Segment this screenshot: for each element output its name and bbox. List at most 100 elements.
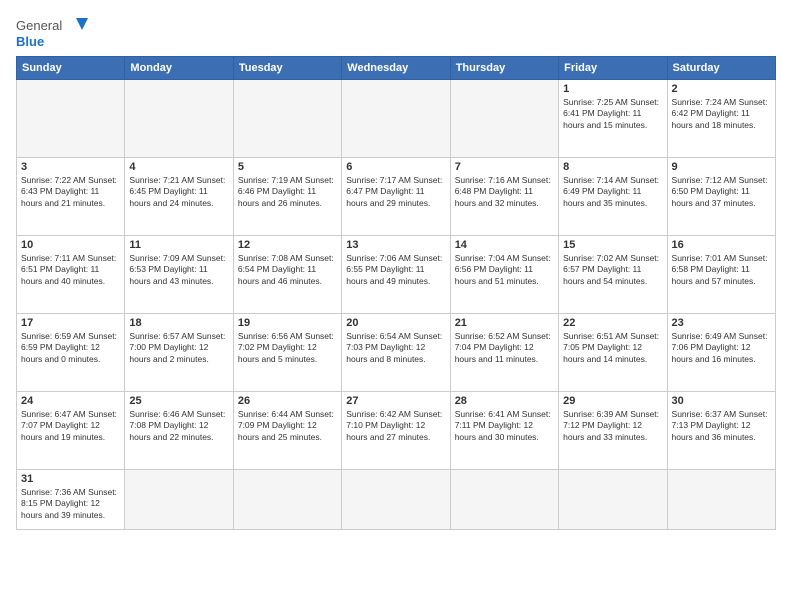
day-info: Sunrise: 6:56 AM Sunset: 7:02 PM Dayligh… bbox=[238, 331, 337, 365]
day-cell: 23 Sunrise: 6:49 AM Sunset: 7:06 PM Dayli… bbox=[667, 314, 775, 392]
day-number: 15 bbox=[563, 239, 662, 251]
day-cell bbox=[450, 80, 558, 158]
day-cell: 1 Sunrise: 7:25 AM Sunset: 6:41 PM Daylig… bbox=[559, 80, 667, 158]
day-number: 1 bbox=[563, 83, 662, 95]
day-cell: 22Sunrise: 6:51 AM Sunset: 7:05 PM Dayli… bbox=[559, 314, 667, 392]
day-cell: 25 Sunrise: 6:46 AM Sunset: 7:08 PM Dayli… bbox=[125, 392, 233, 470]
day-cell: 11Sunrise: 7:09 AM Sunset: 6:53 PM Dayli… bbox=[125, 236, 233, 314]
day-number: 13 bbox=[346, 239, 445, 251]
day-cell: 10 Sunrise: 7:11 AM Sunset: 6:51 PM Dayli… bbox=[17, 236, 125, 314]
day-number: 29 bbox=[563, 395, 662, 407]
day-number: 14 bbox=[455, 239, 554, 251]
day-number: 31 bbox=[21, 473, 120, 485]
day-cell: 8 Sunrise: 7:14 AM Sunset: 6:49 PM Daylig… bbox=[559, 158, 667, 236]
day-info: Sunrise: 6:54 AM Sunset: 7:03 PM Dayligh… bbox=[346, 331, 445, 365]
day-cell: 5Sunrise: 7:19 AM Sunset: 6:46 PM Daylig… bbox=[233, 158, 341, 236]
week-row-5: 24Sunrise: 6:47 AM Sunset: 7:07 PM Dayli… bbox=[17, 392, 776, 470]
day-number: 21 bbox=[455, 317, 554, 329]
day-number: 10 bbox=[21, 239, 120, 251]
day-number: 5 bbox=[238, 161, 337, 173]
day-info: Sunrise: 7:21 AM Sunset: 6:45 PM Dayligh… bbox=[129, 175, 228, 209]
day-cell: 26 Sunrise: 6:44 AM Sunset: 7:09 PM Dayli… bbox=[233, 392, 341, 470]
generalblue-logo-icon: General Blue bbox=[16, 16, 96, 52]
day-info: Sunrise: 6:44 AM Sunset: 7:09 PM Dayligh… bbox=[238, 409, 337, 443]
day-cell: 18Sunrise: 6:57 AM Sunset: 7:00 PM Dayli… bbox=[125, 314, 233, 392]
day-cell bbox=[342, 470, 450, 530]
day-info: Sunrise: 6:42 AM Sunset: 7:10 PM Dayligh… bbox=[346, 409, 445, 443]
day-number: 2 bbox=[672, 83, 771, 95]
day-number: 23 bbox=[672, 317, 771, 329]
header-cell-wednesday: Wednesday bbox=[342, 57, 450, 80]
day-number: 6 bbox=[346, 161, 445, 173]
day-number: 27 bbox=[346, 395, 445, 407]
week-row-2: 3Sunrise: 7:22 AM Sunset: 6:43 PM Daylig… bbox=[17, 158, 776, 236]
day-info: Sunrise: 7:14 AM Sunset: 6:49 PM Dayligh… bbox=[563, 175, 662, 209]
day-cell: 6 Sunrise: 7:17 AM Sunset: 6:47 PM Daylig… bbox=[342, 158, 450, 236]
day-number: 30 bbox=[672, 395, 771, 407]
day-cell bbox=[125, 80, 233, 158]
day-info: Sunrise: 7:17 AM Sunset: 6:47 PM Dayligh… bbox=[346, 175, 445, 209]
day-cell: 21 Sunrise: 6:52 AM Sunset: 7:04 PM Dayli… bbox=[450, 314, 558, 392]
header-cell-friday: Friday bbox=[559, 57, 667, 80]
day-number: 17 bbox=[21, 317, 120, 329]
day-cell: 12 Sunrise: 7:08 AM Sunset: 6:54 PM Dayli… bbox=[233, 236, 341, 314]
day-info: Sunrise: 7:11 AM Sunset: 6:51 PM Dayligh… bbox=[21, 253, 120, 287]
day-cell: 4 Sunrise: 7:21 AM Sunset: 6:45 PM Daylig… bbox=[125, 158, 233, 236]
day-number: 19 bbox=[238, 317, 337, 329]
day-info: Sunrise: 6:49 AM Sunset: 7:06 PM Dayligh… bbox=[672, 331, 771, 365]
day-cell: 27 Sunrise: 6:42 AM Sunset: 7:10 PM Dayli… bbox=[342, 392, 450, 470]
day-cell: 14Sunrise: 7:04 AM Sunset: 6:56 PM Dayli… bbox=[450, 236, 558, 314]
day-number: 8 bbox=[563, 161, 662, 173]
day-info: Sunrise: 6:37 AM Sunset: 7:13 PM Dayligh… bbox=[672, 409, 771, 443]
calendar-table: SundayMondayTuesdayWednesdayThursdayFrid… bbox=[16, 56, 776, 530]
header-cell-thursday: Thursday bbox=[450, 57, 558, 80]
day-info: Sunrise: 6:39 AM Sunset: 7:12 PM Dayligh… bbox=[563, 409, 662, 443]
day-info: Sunrise: 6:41 AM Sunset: 7:11 PM Dayligh… bbox=[455, 409, 554, 443]
day-number: 9 bbox=[672, 161, 771, 173]
day-cell bbox=[667, 470, 775, 530]
day-info: Sunrise: 7:36 AM Sunset: 8:15 PM Dayligh… bbox=[21, 487, 120, 521]
day-cell: 13Sunrise: 7:06 AM Sunset: 6:55 PM Dayli… bbox=[342, 236, 450, 314]
day-cell bbox=[233, 470, 341, 530]
day-cell: 29 Sunrise: 6:39 AM Sunset: 7:12 PM Dayli… bbox=[559, 392, 667, 470]
day-number: 12 bbox=[238, 239, 337, 251]
header-cell-tuesday: Tuesday bbox=[233, 57, 341, 80]
day-info: Sunrise: 6:52 AM Sunset: 7:04 PM Dayligh… bbox=[455, 331, 554, 365]
day-cell: 24Sunrise: 6:47 AM Sunset: 7:07 PM Dayli… bbox=[17, 392, 125, 470]
day-info: Sunrise: 7:02 AM Sunset: 6:57 PM Dayligh… bbox=[563, 253, 662, 287]
header-cell-saturday: Saturday bbox=[667, 57, 775, 80]
day-number: 16 bbox=[672, 239, 771, 251]
day-cell bbox=[17, 80, 125, 158]
svg-text:General: General bbox=[16, 18, 62, 33]
day-number: 20 bbox=[346, 317, 445, 329]
day-cell: 19 Sunrise: 6:56 AM Sunset: 7:02 PM Dayli… bbox=[233, 314, 341, 392]
header-cell-sunday: Sunday bbox=[17, 57, 125, 80]
day-cell: 2Sunrise: 7:24 AM Sunset: 6:42 PM Daylig… bbox=[667, 80, 775, 158]
week-row-4: 17 Sunrise: 6:59 AM Sunset: 6:59 PM Dayli… bbox=[17, 314, 776, 392]
day-cell: 31 Sunrise: 7:36 AM Sunset: 8:15 PM Dayli… bbox=[17, 470, 125, 530]
week-row-6: 31 Sunrise: 7:36 AM Sunset: 8:15 PM Dayli… bbox=[17, 470, 776, 530]
day-cell bbox=[559, 470, 667, 530]
week-row-3: 10 Sunrise: 7:11 AM Sunset: 6:51 PM Dayli… bbox=[17, 236, 776, 314]
day-info: Sunrise: 6:51 AM Sunset: 7:05 PM Dayligh… bbox=[563, 331, 662, 365]
day-cell: 28 Sunrise: 6:41 AM Sunset: 7:11 PM Dayli… bbox=[450, 392, 558, 470]
day-info: Sunrise: 7:01 AM Sunset: 6:58 PM Dayligh… bbox=[672, 253, 771, 287]
day-info: Sunrise: 7:08 AM Sunset: 6:54 PM Dayligh… bbox=[238, 253, 337, 287]
day-number: 28 bbox=[455, 395, 554, 407]
day-info: Sunrise: 6:47 AM Sunset: 7:07 PM Dayligh… bbox=[21, 409, 120, 443]
day-number: 26 bbox=[238, 395, 337, 407]
day-cell: 15 Sunrise: 7:02 AM Sunset: 6:57 PM Dayli… bbox=[559, 236, 667, 314]
day-number: 11 bbox=[129, 239, 228, 251]
svg-text:Blue: Blue bbox=[16, 34, 44, 49]
header-row: SundayMondayTuesdayWednesdayThursdayFrid… bbox=[17, 57, 776, 80]
day-info: Sunrise: 6:57 AM Sunset: 7:00 PM Dayligh… bbox=[129, 331, 228, 365]
day-cell: 3Sunrise: 7:22 AM Sunset: 6:43 PM Daylig… bbox=[17, 158, 125, 236]
day-info: Sunrise: 7:25 AM Sunset: 6:41 PM Dayligh… bbox=[563, 97, 662, 131]
day-number: 7 bbox=[455, 161, 554, 173]
header-cell-monday: Monday bbox=[125, 57, 233, 80]
day-cell bbox=[342, 80, 450, 158]
day-number: 4 bbox=[129, 161, 228, 173]
day-number: 25 bbox=[129, 395, 228, 407]
day-info: Sunrise: 6:59 AM Sunset: 6:59 PM Dayligh… bbox=[21, 331, 120, 365]
day-info: Sunrise: 6:46 AM Sunset: 7:08 PM Dayligh… bbox=[129, 409, 228, 443]
